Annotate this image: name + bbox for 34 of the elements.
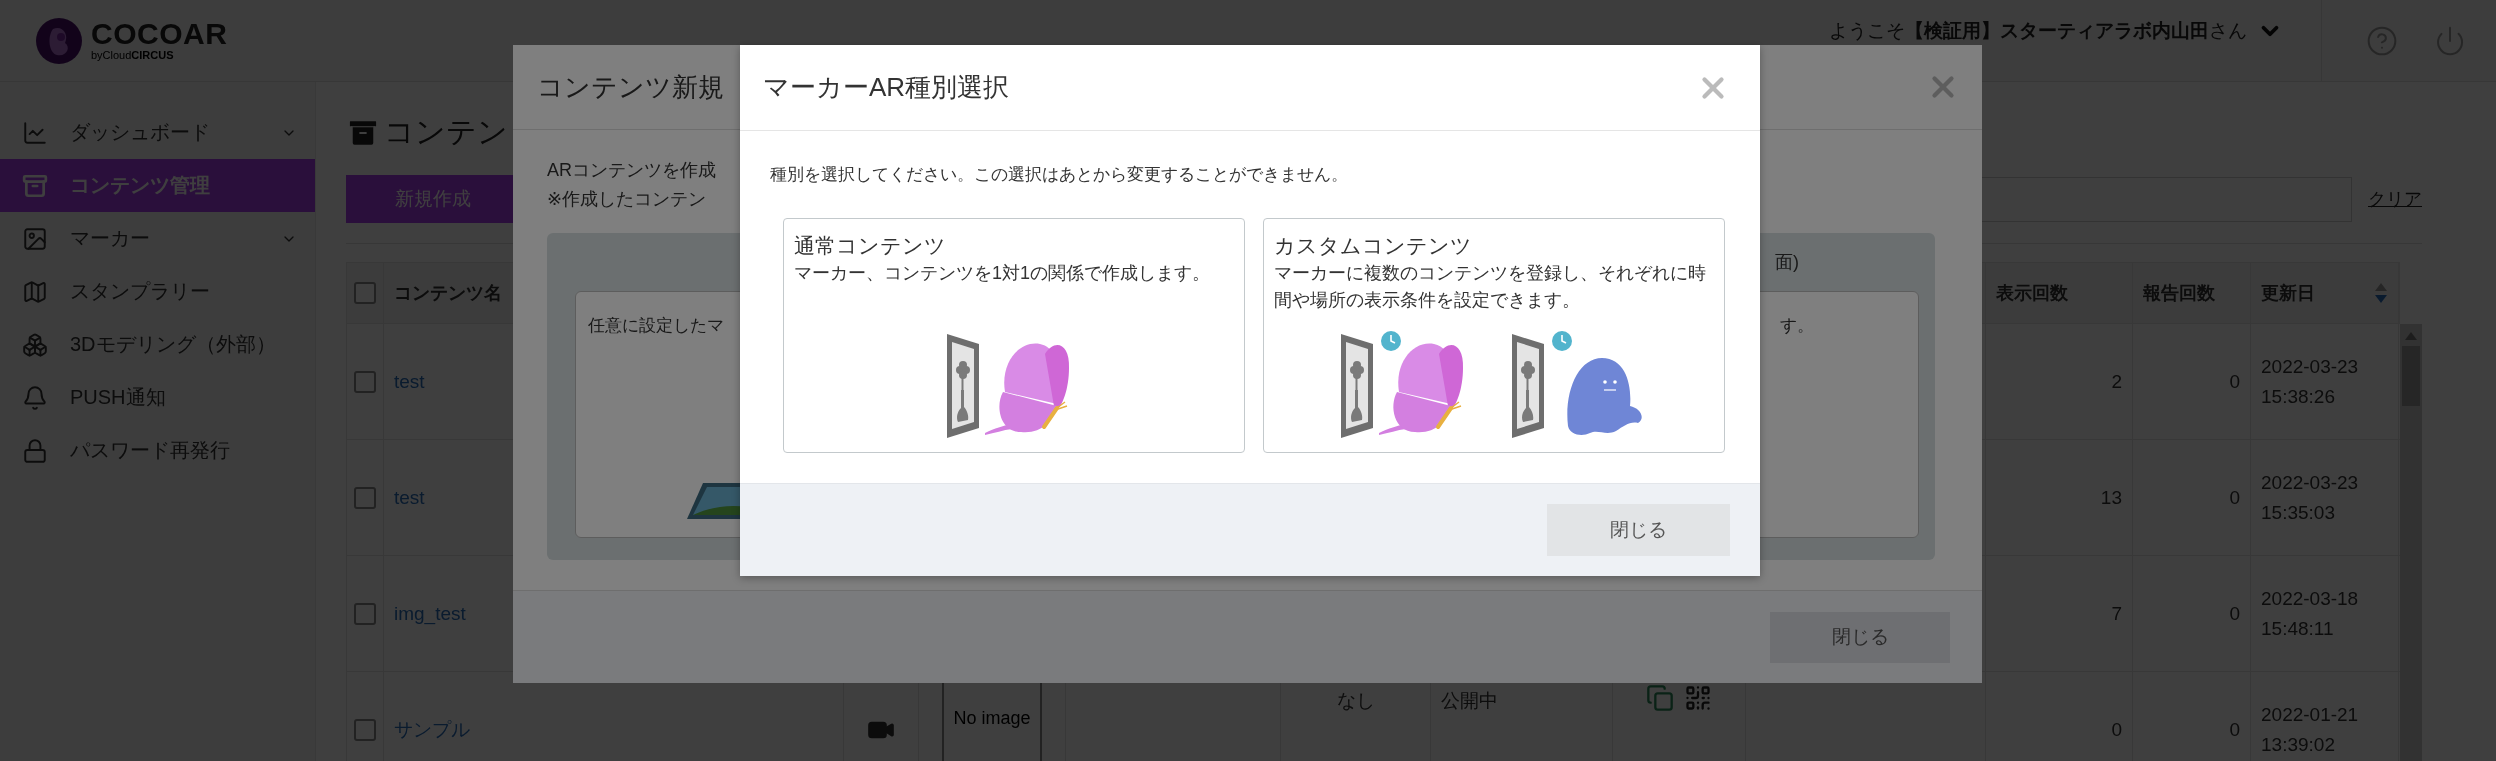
sidebar-icon [22,331,48,358]
logo-subtext: byCloudCIRCUS [91,48,175,63]
option-card[interactable]: 通常コンテンツ マーカー、コンテンツを1対1の関係で作成します。 [783,218,1245,453]
sidebar-icon [22,119,48,146]
logo-icon [35,16,83,65]
sidebar-icon [22,437,48,464]
qr-code-icon[interactable] [1684,684,1712,712]
checkbox[interactable] [354,718,376,741]
checkbox[interactable] [354,602,376,625]
no-image-text: No image [953,708,1031,729]
option-title: 通常コンテンツ [794,233,947,259]
intro-text: ※作成したコンテン [547,188,707,211]
option-description: す。 [1780,315,1814,337]
checkbox[interactable] [354,486,376,509]
option-description: 任意に設定したマ [588,315,724,337]
sidebar-icon [22,225,48,252]
option-title: カスタムコンテンツ [1274,233,1473,259]
option-heading: 面) [1775,251,1799,274]
instruction-text: 種別を選択してください。この選択はあとから変更することができません。 [770,164,1349,186]
sort-icon[interactable] [2374,282,2388,304]
dialog-title: マーカーAR種別選択 [763,71,1010,104]
checkbox[interactable] [354,282,376,304]
sidebar-icon [22,384,48,411]
copy-icon[interactable] [1646,684,1674,712]
option-description: マーカー、コンテンツを1対1の関係で作成します。 [794,262,1212,286]
intro-text: ARコンテンツを作成 [547,159,716,182]
dialog-title: コンテンツ新規 [537,70,724,104]
option-card[interactable]: カスタムコンテンツ マーカーに複数のコンテンツを登録し、それぞれに時間や場所の表示条件を設定できます。 [1263,218,1725,453]
close-button[interactable]: 閉じる [1770,611,1950,663]
sidebar-icon [22,172,48,199]
option-description: マーカーに複数のコンテンツを登録し、それぞれに時間や場所の表示条件を設定できます。 [1274,262,1707,313]
scrollbar[interactable] [2400,324,2422,761]
checkbox[interactable] [354,370,376,393]
close-button[interactable]: 閉じる [1547,504,1730,556]
